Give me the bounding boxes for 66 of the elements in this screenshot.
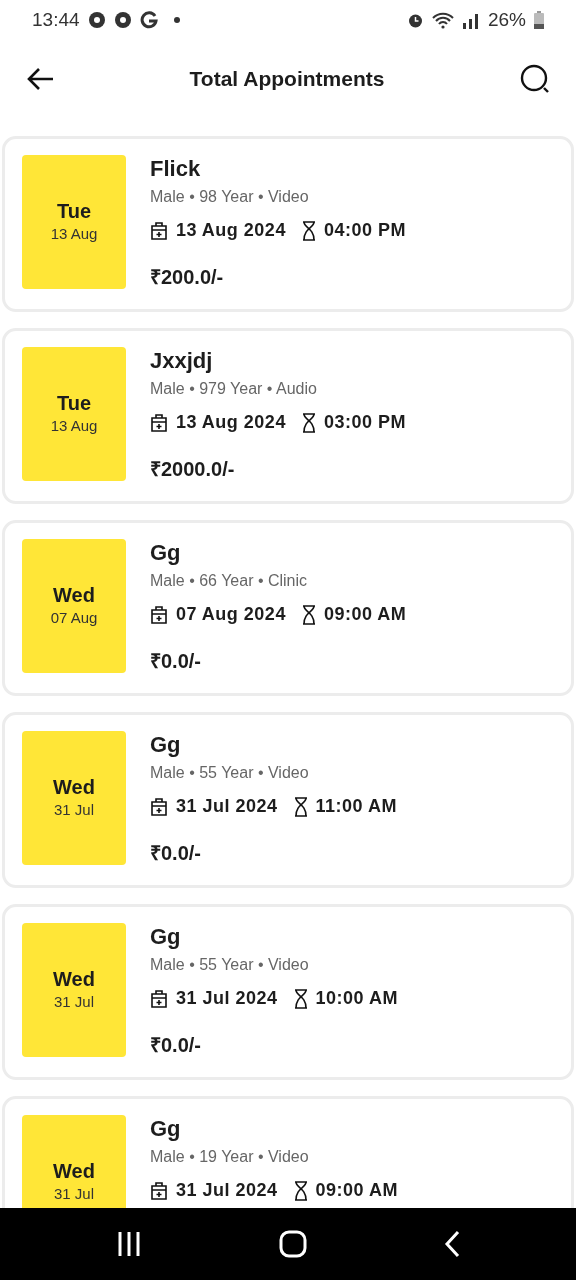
home-icon[interactable] (279, 1230, 307, 1258)
patient-details: Male • 66 Year • Clinic (150, 571, 309, 592)
weekday-label: Wed (53, 774, 95, 799)
fee-amount: ₹0.0/- (150, 841, 203, 867)
hourglass-icon (293, 988, 308, 1009)
patient-details: Male • 55 Year • Video (150, 955, 310, 976)
signal-icon (461, 11, 480, 29)
hourglass-icon (293, 796, 308, 817)
patient-name: Gg (150, 1117, 182, 1142)
appointment-date: 31 Jul 2024 (176, 987, 278, 1011)
patient-details: Male • 979 Year • Audio (150, 379, 318, 400)
patient-name: Flick (150, 157, 202, 182)
appointment-date: 07 Aug 2024 (176, 603, 286, 627)
appointment-date: 13 Aug 2024 (176, 411, 286, 435)
medical-bag-icon (150, 796, 168, 817)
date-label: 31 Jul (54, 991, 94, 1012)
date-label: 13 Aug (50, 415, 98, 436)
appointment-time: 11:00 AM (315, 795, 397, 819)
medical-bag-icon (150, 412, 168, 433)
patient-name: Gg (150, 733, 182, 758)
patient-name: Gg (150, 925, 182, 950)
search-icon[interactable] (520, 64, 550, 94)
weekday-label: Wed (53, 1158, 95, 1183)
appointment-date: 31 Jul 2024 (176, 795, 278, 819)
appointment-time: 09:00 AM (315, 1179, 398, 1203)
patient-details: Male • 98 Year • Video (150, 187, 310, 208)
appointment-date: 31 Jul 2024 (176, 1179, 278, 1203)
weekday-label: Wed (53, 966, 95, 991)
wifi-icon (431, 11, 454, 29)
appointment-time: 09:00 AM (323, 603, 407, 627)
date-label: 31 Jul (54, 1183, 94, 1204)
patient-details: Male • 19 Year • Video (150, 1147, 310, 1168)
appointment-time: 10:00 AM (315, 987, 398, 1011)
hourglass-icon (293, 1180, 308, 1201)
fee-amount: ₹0.0/- (150, 1033, 203, 1059)
fee-amount: ₹200.0/- (150, 265, 225, 291)
status-time: 13:44 (32, 7, 80, 32)
medical-bag-icon (150, 1180, 168, 1201)
medical-bag-icon (150, 220, 168, 241)
weekday-label: Tue (56, 198, 92, 223)
back-icon[interactable] (443, 1230, 460, 1258)
hourglass-icon (301, 412, 316, 433)
page-title: Total Appointments (189, 66, 385, 93)
recent-apps-icon[interactable] (116, 1231, 143, 1257)
battery-icon (534, 11, 544, 29)
weekday-label: Tue (56, 390, 92, 415)
date-label: 31 Jul (54, 799, 94, 820)
patient-name: Jxxjdj (150, 349, 214, 374)
google-icon (139, 11, 158, 29)
fee-amount: ₹2000.0/- (150, 457, 236, 483)
medical-bag-icon (150, 988, 168, 1009)
hourglass-icon (301, 220, 316, 241)
weekday-label: Wed (53, 582, 95, 607)
dot-icon (173, 17, 180, 23)
appointment-time: 03:00 PM (323, 411, 406, 435)
date-label: 13 Aug (50, 223, 98, 244)
patient-name: Gg (150, 541, 182, 566)
back-arrow-icon[interactable] (26, 67, 54, 91)
date-label: 07 Aug (50, 607, 98, 628)
patient-details: Male • 55 Year • Video (150, 763, 310, 784)
medical-bag-icon (150, 604, 168, 625)
appointment-time: 04:00 PM (323, 219, 406, 243)
hourglass-icon (301, 604, 316, 625)
appointment-date: 13 Aug 2024 (176, 219, 286, 243)
fee-amount: ₹0.0/- (150, 649, 203, 675)
battery-percent: 26% (487, 7, 526, 32)
